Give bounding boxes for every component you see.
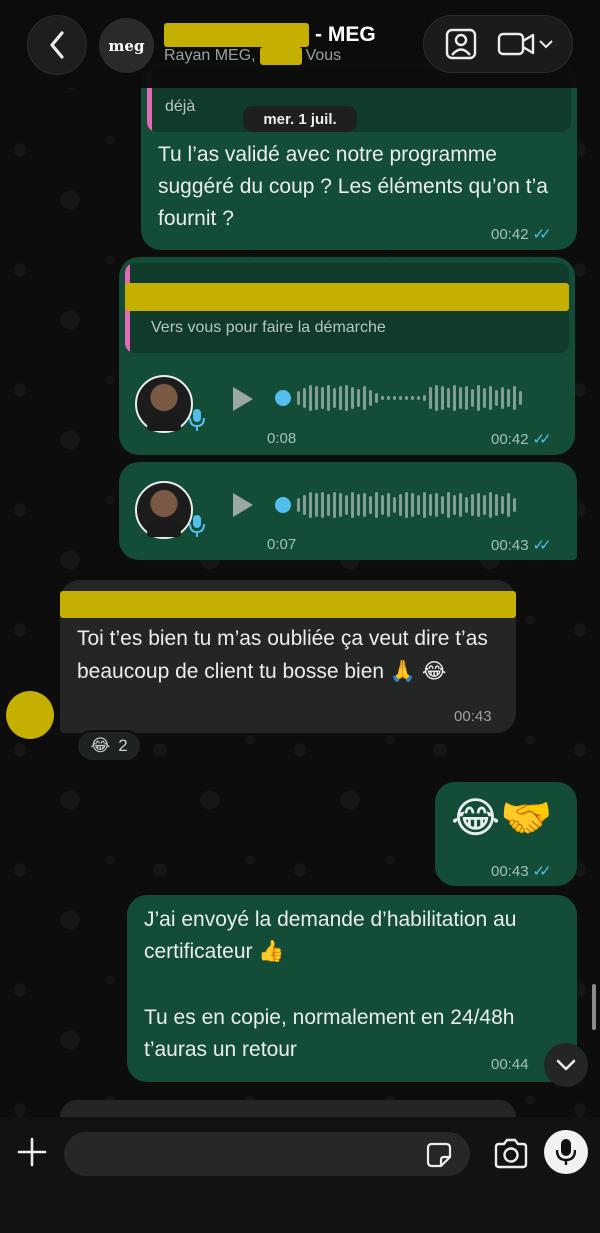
scrollbar[interactable]	[592, 984, 596, 1030]
chat-header: meg - MEG Rayan MEG, Vous	[0, 0, 600, 88]
group-avatar-logo: meg	[108, 36, 145, 55]
quoted-text: Vers vous pour faire la démarche	[151, 319, 386, 336]
voice-waveform[interactable]	[275, 490, 516, 520]
scroll-to-bottom-button[interactable]	[544, 1043, 588, 1087]
quoted-reply[interactable]: Vers vous pour faire la démarche	[125, 263, 569, 353]
message-meta: 00:43 ✓✓	[491, 862, 552, 881]
reaction-emoji: 😂	[90, 736, 111, 755]
quoted-sender-redacted	[125, 283, 569, 311]
message-time: 00:43	[491, 862, 529, 880]
emoji-message: 😂🤝	[451, 794, 553, 841]
message-bubble-incoming-partial[interactable]	[60, 1100, 516, 1117]
microphone-icon	[189, 409, 205, 431]
voice-duration: 0:07	[267, 536, 297, 553]
message-bubble-outgoing[interactable]: 😂🤝 00:43 ✓✓	[435, 782, 577, 886]
quoted-text: déjà	[165, 98, 196, 115]
chevron-down-icon	[556, 1059, 576, 1071]
read-ticks-icon: ✓✓	[532, 431, 552, 448]
chat-title-text: - MEG	[315, 23, 376, 46]
voice-sender-avatar	[135, 375, 193, 433]
message-bubble-outgoing[interactable]: déjà Tu l’as validé avec notre programme…	[141, 62, 577, 250]
sticker-icon[interactable]	[424, 1140, 454, 1170]
message-time: 00:43	[491, 536, 529, 554]
chat-title[interactable]: - MEG	[164, 22, 376, 48]
back-button[interactable]	[27, 15, 87, 75]
microphone-icon	[556, 1139, 576, 1165]
date-divider: mer. 1 juil.	[243, 106, 357, 132]
read-ticks-icon: ✓✓	[532, 863, 552, 880]
participants-list[interactable]: Rayan MEG, Vous	[164, 47, 341, 65]
voice-message-bubble[interactable]: Vers vous pour faire la démarche 0:08 00…	[119, 257, 575, 455]
plus-icon	[17, 1137, 47, 1167]
reaction-count: 2	[118, 736, 128, 755]
message-input[interactable]	[64, 1132, 470, 1176]
microphone-icon	[189, 515, 205, 537]
message-meta: 00:44	[491, 1056, 529, 1073]
message-text: Tu l’as validé avec notre programme sugg…	[158, 143, 548, 230]
play-icon[interactable]	[233, 387, 253, 411]
message-time: 00:42	[491, 430, 529, 448]
read-ticks-icon: ✓✓	[532, 537, 552, 554]
play-icon[interactable]	[233, 493, 253, 517]
participant-self: Vous	[305, 47, 342, 64]
group-name-redacted	[164, 23, 309, 47]
video-call-button[interactable]	[497, 31, 553, 57]
video-call-icon	[497, 32, 534, 56]
voice-message-bubble[interactable]: 0:07 00:43 ✓✓	[119, 462, 577, 560]
voice-waveform[interactable]	[275, 383, 522, 413]
back-chevron-icon	[50, 31, 64, 59]
read-ticks-icon: ✓✓	[532, 226, 552, 243]
participant-name: Rayan MEG,	[164, 47, 256, 64]
message-text: J’ai envoyé la demande d’habilitation au…	[144, 908, 517, 963]
voice-record-button[interactable]	[544, 1130, 588, 1174]
message-time: 00:43	[454, 708, 492, 725]
message-time: 00:44	[491, 1056, 529, 1073]
message-reaction[interactable]: 😂 2	[76, 730, 142, 762]
message-meta: 00:42 ✓✓	[491, 430, 552, 449]
message-bubble-incoming[interactable]: Toi t’es bien tu m’as oubliée ça veut di…	[60, 580, 516, 733]
call-actions	[423, 15, 573, 73]
voice-duration: 0:08	[267, 430, 297, 447]
group-avatar[interactable]: meg	[99, 18, 154, 73]
message-time: 00:42	[491, 225, 529, 243]
add-participant-icon[interactable]	[444, 27, 478, 61]
attach-button[interactable]	[14, 1134, 50, 1170]
message-meta: 00:43	[454, 708, 492, 725]
participant-name-redacted	[259, 47, 302, 65]
camera-icon[interactable]	[493, 1136, 529, 1172]
message-meta: 00:43 ✓✓	[491, 536, 552, 555]
sender-avatar-redacted[interactable]	[6, 691, 54, 739]
message-meta: 00:42 ✓✓	[491, 225, 552, 244]
chevron-down-icon	[538, 39, 553, 48]
sender-name-redacted	[60, 591, 516, 618]
voice-sender-avatar	[135, 481, 193, 539]
message-text: Toi t’es bien tu m’as oubliée ça veut di…	[77, 627, 488, 683]
message-bubble-outgoing[interactable]: J’ai envoyé la demande d’habilitation au…	[127, 895, 577, 1082]
